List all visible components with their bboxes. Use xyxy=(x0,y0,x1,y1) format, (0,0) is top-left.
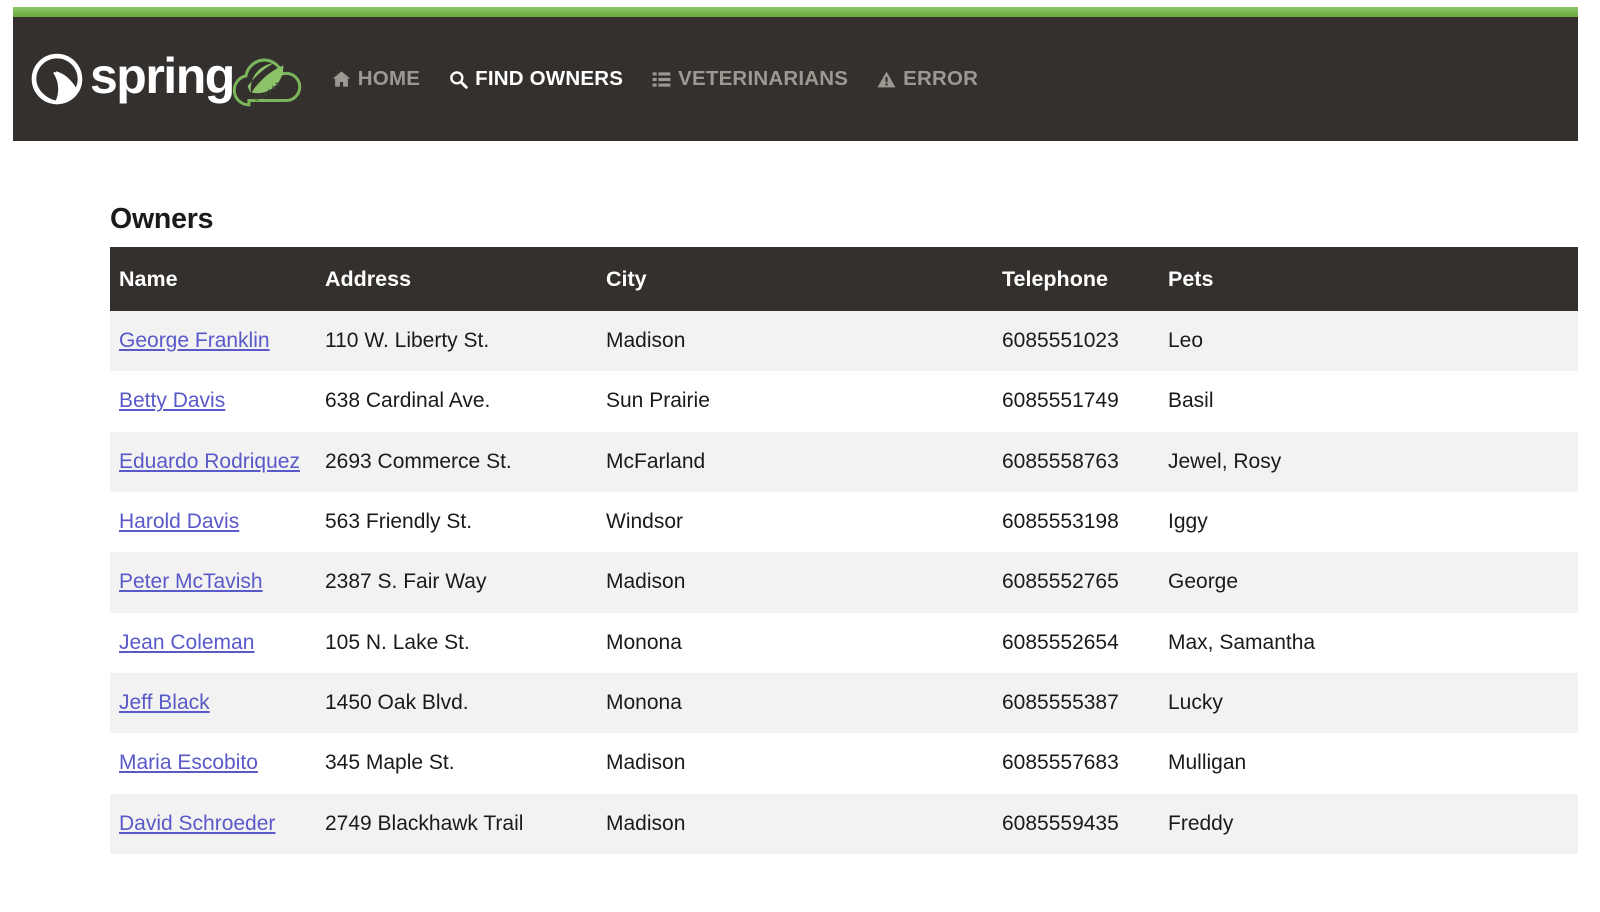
table-row: Harold Davis 563 Friendly St. Windsor 60855… xyxy=(110,492,1578,553)
spring-leaf-logo-icon xyxy=(30,52,84,106)
cell-telephone: 6085558763 xyxy=(1002,449,1119,473)
cell-telephone: 6085555387 xyxy=(1002,691,1119,715)
owners-table-body: George Franklin 110 W. Liberty St. Madison… xyxy=(110,311,1578,855)
cell-telephone: 6085552654 xyxy=(1002,630,1119,654)
cell-address: 345 Maple St. xyxy=(325,751,455,775)
cell-pets: Iggy xyxy=(1168,510,1208,534)
search-icon xyxy=(449,70,468,89)
cell-city: Sun Prairie xyxy=(606,389,710,413)
brand-logo-link[interactable]: spring 0 1 0 1 0 1 xyxy=(30,17,306,141)
cell-name: Maria Escobito xyxy=(110,733,325,793)
cell-address: 2387 S. Fair Way xyxy=(325,570,487,594)
cell-name: Eduardo Rodriquez xyxy=(110,432,325,492)
cell-name: Peter McTavish xyxy=(110,552,325,612)
cell-name: Betty Davis xyxy=(110,371,325,431)
cell-city: Madison xyxy=(606,329,686,352)
home-icon xyxy=(332,70,351,89)
cell-address: 2693 Commerce St. xyxy=(325,449,512,473)
table-row: David Schroeder 2749 Blackhawk Trail Madis… xyxy=(110,793,1578,855)
cell-pets: Mulligan xyxy=(1168,751,1247,775)
column-header-pets: Pets xyxy=(1168,247,1578,311)
cell-address: 105 N. Lake St. xyxy=(325,630,470,654)
cell-pets: George xyxy=(1168,570,1239,594)
column-header-address: Address xyxy=(325,247,606,311)
cell-name: Jeff Black xyxy=(110,673,325,733)
cell-address: 638 Cardinal Ave. xyxy=(325,389,491,413)
cell-city: Madison xyxy=(606,811,686,835)
owner-name-link[interactable]: Jean Coleman xyxy=(119,631,254,654)
warning-triangle-icon xyxy=(877,70,896,89)
owners-table: Name Address City Telephone Pets George … xyxy=(110,247,1578,855)
cell-address: 1450 Oak Blvd. xyxy=(325,691,469,715)
cell-city: Monona xyxy=(606,630,682,654)
table-row: Jean Coleman 105 N. Lake St. Monona 6085552… xyxy=(110,612,1578,674)
nav-link-find-owners[interactable]: FIND OWNERS xyxy=(437,57,635,101)
column-header-city: City xyxy=(606,247,1002,311)
cell-name: David Schroeder xyxy=(110,794,325,854)
owner-name-link[interactable]: Jeff Black xyxy=(119,691,210,714)
page-title: Owners xyxy=(110,203,214,235)
cell-city: Monona xyxy=(606,691,682,715)
cell-city: McFarland xyxy=(606,449,706,473)
table-row: Eduardo Rodriquez 2693 Commerce St. McFarl… xyxy=(110,431,1578,493)
nav-link-veterinarians[interactable]: VETERINARIANS xyxy=(640,57,860,101)
cell-pets: Leo xyxy=(1168,329,1204,352)
navbar-accent-bar xyxy=(13,7,1578,17)
cell-name: George Franklin xyxy=(110,311,325,371)
cell-address: 2749 Blackhawk Trail xyxy=(325,811,524,835)
owner-name-link[interactable]: David Schroeder xyxy=(119,812,275,835)
cell-pets: Lucky xyxy=(1168,691,1223,715)
cell-telephone: 6085559435 xyxy=(1002,811,1119,835)
cell-city: Madison xyxy=(606,751,686,775)
table-row: George Franklin 110 W. Liberty St. Madison… xyxy=(110,311,1578,372)
owner-name-link[interactable]: George Franklin xyxy=(119,329,270,352)
cell-telephone: 6085552765 xyxy=(1002,570,1119,594)
nav-item-home[interactable]: HOME xyxy=(320,57,432,101)
owner-name-link[interactable]: Eduardo Rodriquez xyxy=(119,450,300,473)
cell-name: Jean Coleman xyxy=(110,613,325,673)
owner-name-link[interactable]: Harold Davis xyxy=(119,510,239,533)
owner-name-link[interactable]: Betty Davis xyxy=(119,389,225,412)
brand-name: spring xyxy=(90,48,235,104)
table-row: Jeff Black 1450 Oak Blvd. Monona 6085555387… xyxy=(110,673,1578,734)
cell-telephone: 6085557683 xyxy=(1002,751,1119,775)
column-header-name: Name xyxy=(110,247,325,311)
cell-city: Madison xyxy=(606,570,686,594)
navbar-container: spring 0 1 0 1 0 1 HOME FIND OWNERS VETE… xyxy=(13,7,1578,141)
cell-pets: Jewel, Rosy xyxy=(1168,449,1282,473)
cell-pets: Basil xyxy=(1168,389,1214,413)
nav-link-error[interactable]: ERROR xyxy=(865,57,990,101)
main-navigation: spring 0 1 0 1 0 1 HOME FIND OWNERS VETE… xyxy=(13,17,1578,141)
table-row: Peter McTavish 2387 S. Fair Way Madison 608… xyxy=(110,552,1578,613)
table-row: Maria Escobito 345 Maple St. Madison 608555… xyxy=(110,733,1578,794)
nav-item-error[interactable]: ERROR xyxy=(865,57,990,101)
table-row: Betty Davis 638 Cardinal Ave. Sun Prairie 6… xyxy=(110,371,1578,432)
cell-address: 110 W. Liberty St. xyxy=(325,329,490,352)
nav-label-find-owners: FIND OWNERS xyxy=(475,67,624,90)
cell-name: Harold Davis xyxy=(110,492,325,552)
cell-city: Windsor xyxy=(606,510,684,534)
cell-pets: Max, Samantha xyxy=(1168,630,1316,654)
owner-name-link[interactable]: Peter McTavish xyxy=(119,570,263,593)
cell-telephone: 6085553198 xyxy=(1002,510,1119,534)
column-header-telephone: Telephone xyxy=(1002,247,1168,311)
nav-label-veterinarians: VETERINARIANS xyxy=(678,67,849,90)
nav-label-error: ERROR xyxy=(903,67,979,90)
cell-telephone: 6085551749 xyxy=(1002,389,1119,413)
nav-link-home[interactable]: HOME xyxy=(320,57,432,101)
cell-address: 563 Friendly St. xyxy=(325,510,473,534)
nav-item-veterinarians[interactable]: VETERINARIANS xyxy=(640,57,860,101)
owner-name-link[interactable]: Maria Escobito xyxy=(119,751,258,774)
cell-telephone: 6085551023 xyxy=(1002,329,1119,352)
list-icon xyxy=(652,70,671,89)
table-header-row: Name Address City Telephone Pets xyxy=(110,247,1578,311)
nav-item-find-owners[interactable]: FIND OWNERS xyxy=(437,57,635,101)
nav-links-list: HOME FIND OWNERS VETERINARIANS ERROR xyxy=(320,17,995,141)
cell-pets: Freddy xyxy=(1168,811,1234,835)
spring-cloud-logo-icon: 0 1 0 1 0 1 xyxy=(228,48,306,110)
owners-table-head: Name Address City Telephone Pets xyxy=(110,247,1578,311)
nav-label-home: HOME xyxy=(357,67,421,90)
